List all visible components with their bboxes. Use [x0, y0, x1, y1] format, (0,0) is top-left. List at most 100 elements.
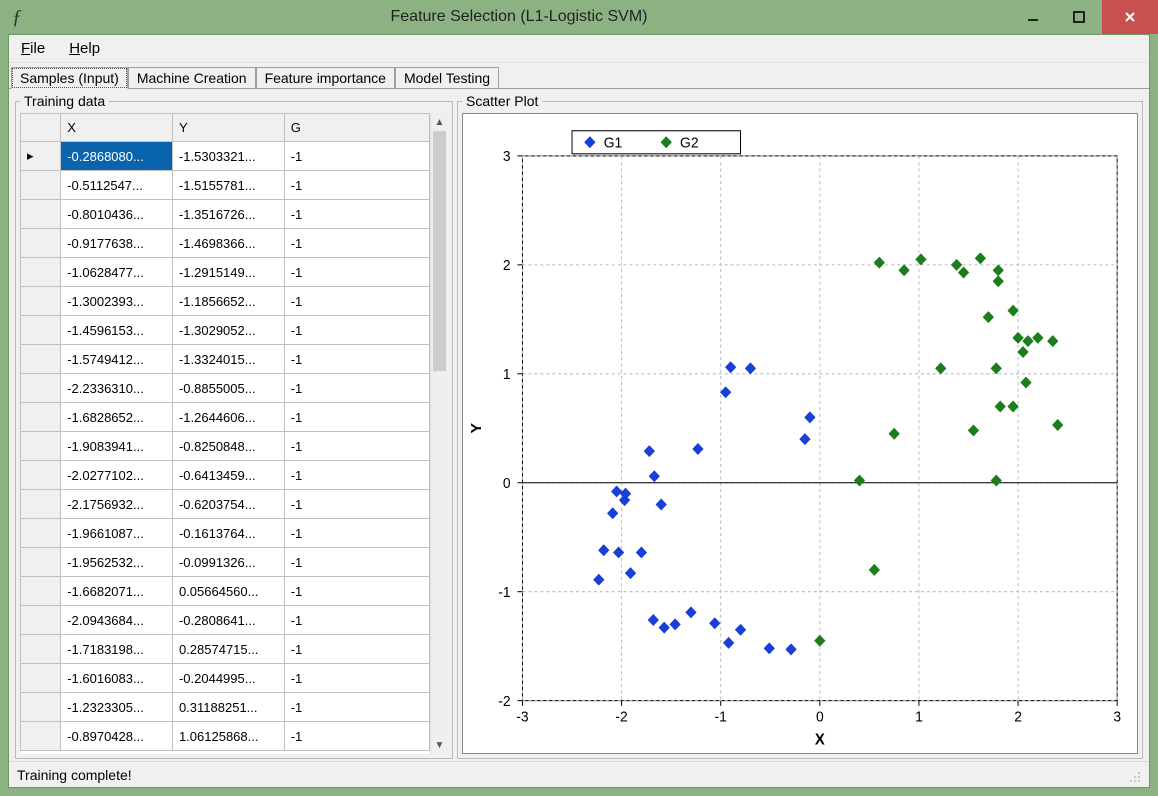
table-row[interactable]: -2.0943684...-0.2808641...-1 [21, 606, 430, 635]
table-row[interactable]: -1.5749412...-1.3324015...-1 [21, 345, 430, 374]
cell[interactable]: -1.4698366... [172, 229, 284, 258]
cell[interactable]: -1.1856652... [172, 287, 284, 316]
table-row[interactable]: -1.9083941...-0.8250848...-1 [21, 432, 430, 461]
cell[interactable]: -0.2044995... [172, 664, 284, 693]
cell[interactable]: -0.8010436... [61, 200, 173, 229]
cell[interactable]: 0.05664560... [172, 577, 284, 606]
cell[interactable]: -1 [284, 171, 429, 200]
cell[interactable]: -0.8855005... [172, 374, 284, 403]
row-header[interactable] [21, 345, 61, 374]
scroll-thumb[interactable] [433, 131, 446, 371]
cell[interactable]: -0.2808641... [172, 606, 284, 635]
row-header[interactable] [21, 577, 61, 606]
cell[interactable]: -1.3516726... [172, 200, 284, 229]
row-header[interactable] [21, 316, 61, 345]
tab-machine-creation[interactable]: Machine Creation [128, 67, 256, 88]
table-row[interactable]: -1.6016083...-0.2044995...-1 [21, 664, 430, 693]
table-row[interactable]: -2.1756932...-0.6203754...-1 [21, 490, 430, 519]
cell[interactable]: 1.06125868... [172, 722, 284, 751]
cell[interactable]: -1 [284, 664, 429, 693]
cell[interactable]: -1.5749412... [61, 345, 173, 374]
row-header[interactable] [21, 490, 61, 519]
cell[interactable]: -1 [284, 403, 429, 432]
row-header[interactable] [21, 606, 61, 635]
cell[interactable]: -1 [284, 635, 429, 664]
row-header[interactable] [21, 374, 61, 403]
table-row[interactable]: -0.8010436...-1.3516726...-1 [21, 200, 430, 229]
minimize-button[interactable] [1010, 0, 1056, 34]
row-header[interactable] [21, 693, 61, 722]
cell[interactable]: -0.9177638... [61, 229, 173, 258]
cell[interactable]: -1.3324015... [172, 345, 284, 374]
cell[interactable]: -1 [284, 606, 429, 635]
cell[interactable]: -1.6016083... [61, 664, 173, 693]
cell[interactable]: -1 [284, 461, 429, 490]
cell[interactable]: -1 [284, 432, 429, 461]
cell[interactable]: -1.9083941... [61, 432, 173, 461]
table-row[interactable]: -2.0277102...-0.6413459...-1 [21, 461, 430, 490]
cell[interactable]: -2.0943684... [61, 606, 173, 635]
table-row[interactable]: -0.5112547...-1.5155781...-1 [21, 171, 430, 200]
cell[interactable]: -0.8250848... [172, 432, 284, 461]
data-grid[interactable]: X Y G ▸-0.2868080...-1.5303321...-1-0.51… [20, 113, 448, 754]
row-header[interactable] [21, 548, 61, 577]
cell[interactable]: -1.9661087... [61, 519, 173, 548]
table-row[interactable]: -1.7183198...0.28574715...-1 [21, 635, 430, 664]
cell[interactable]: 0.31188251... [172, 693, 284, 722]
table-row[interactable]: -1.9562532...-0.0991326...-1 [21, 548, 430, 577]
row-header[interactable] [21, 664, 61, 693]
menu-help[interactable]: Help [69, 40, 100, 57]
cell[interactable]: -1 [284, 722, 429, 751]
table-row[interactable]: -1.3002393...-1.1856652...-1 [21, 287, 430, 316]
row-header[interactable] [21, 403, 61, 432]
scroll-down-icon[interactable]: ▼ [431, 736, 448, 754]
cell[interactable]: -0.8970428... [61, 722, 173, 751]
table-row[interactable]: -2.2336310...-0.8855005...-1 [21, 374, 430, 403]
cell[interactable]: -1.0628477... [61, 258, 173, 287]
row-header[interactable] [21, 432, 61, 461]
cell[interactable]: -0.5112547... [61, 171, 173, 200]
row-header[interactable] [21, 635, 61, 664]
cell[interactable]: -0.6203754... [172, 490, 284, 519]
col-header-x[interactable]: X [61, 114, 173, 142]
cell[interactable]: -1 [284, 258, 429, 287]
cell[interactable]: 0.28574715... [172, 635, 284, 664]
scroll-up-icon[interactable]: ▲ [431, 113, 448, 131]
row-header[interactable] [21, 287, 61, 316]
table-row[interactable]: ▸-0.2868080...-1.5303321...-1 [21, 142, 430, 171]
cell[interactable]: -1.2644606... [172, 403, 284, 432]
row-header[interactable] [21, 519, 61, 548]
table-row[interactable]: -0.9177638...-1.4698366...-1 [21, 229, 430, 258]
col-header-y[interactable]: Y [172, 114, 284, 142]
cell[interactable]: -1 [284, 519, 429, 548]
maximize-button[interactable] [1056, 0, 1102, 34]
table-row[interactable]: -1.6828652...-1.2644606...-1 [21, 403, 430, 432]
tab-model-testing[interactable]: Model Testing [395, 67, 499, 88]
scatter-plot[interactable]: -3-2-10123-2-10123XYG1G2 [462, 113, 1138, 754]
cell[interactable]: -1 [284, 287, 429, 316]
grid-corner[interactable] [21, 114, 61, 142]
tab-samples-input[interactable]: Samples (Input) [11, 67, 128, 89]
cell[interactable]: -1 [284, 345, 429, 374]
table-row[interactable]: -0.8970428...1.06125868...-1 [21, 722, 430, 751]
grid-scrollbar[interactable]: ▲ ▼ [430, 113, 448, 754]
cell[interactable]: -0.0991326... [172, 548, 284, 577]
tab-feature-importance[interactable]: Feature importance [256, 67, 395, 88]
table-row[interactable]: -1.4596153...-1.3029052...-1 [21, 316, 430, 345]
cell[interactable]: -1 [284, 229, 429, 258]
row-header[interactable] [21, 461, 61, 490]
close-button[interactable] [1102, 0, 1158, 34]
table-row[interactable]: -1.6682071...0.05664560...-1 [21, 577, 430, 606]
row-header[interactable] [21, 258, 61, 287]
cell[interactable]: -1 [284, 693, 429, 722]
cell[interactable]: -1 [284, 316, 429, 345]
cell[interactable]: -0.6413459... [172, 461, 284, 490]
row-header[interactable] [21, 229, 61, 258]
cell[interactable]: -1.5303321... [172, 142, 284, 171]
cell[interactable]: -2.0277102... [61, 461, 173, 490]
cell[interactable]: -1.3029052... [172, 316, 284, 345]
cell[interactable]: -1.7183198... [61, 635, 173, 664]
table-row[interactable]: -1.9661087...-0.1613764...-1 [21, 519, 430, 548]
cell[interactable]: -1.3002393... [61, 287, 173, 316]
cell[interactable]: -1 [284, 374, 429, 403]
